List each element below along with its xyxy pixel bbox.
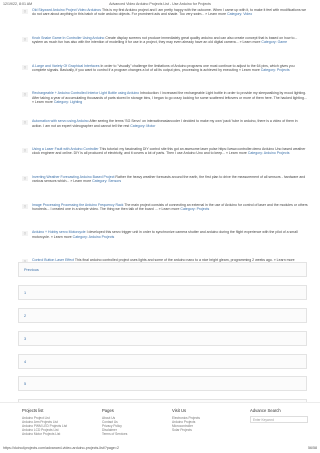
footer-link[interactable]: Solar Projects [172, 428, 200, 432]
pagination-page-1[interactable]: 1 [18, 284, 307, 300]
footer-search-title: Advance Search [250, 408, 281, 413]
article-snippet: The main project consists of connecting … [124, 202, 293, 207]
article-snippet-end: they may even already have an old digita… [158, 40, 261, 45]
article-snippet-more: forecasts around the earth, the first pl… [156, 174, 299, 179]
pagination-page-4[interactable]: 4 [18, 353, 307, 369]
pagination-page-3[interactable]: 3 [18, 330, 307, 346]
article-item: ▢ Old Skyward Arduino Project Video Ardui… [22, 8, 308, 36]
article-category-link[interactable]: Category: Sensors [92, 179, 121, 183]
article-body: Automation with servo using Arduino Afte… [32, 119, 308, 128]
footer-link[interactable]: Terms of Services [102, 432, 127, 436]
article-category-link[interactable]: Category: Projects [261, 68, 290, 72]
article-title-link[interactable]: Using a Laser Fault with Arduino Control… [32, 147, 99, 151]
article-list: ▢ Old Skyward Arduino Project Video Ardui… [22, 8, 308, 286]
article-title-link[interactable]: Inverting Weather Forecasting Arduino Ba… [32, 175, 114, 179]
article-title-link[interactable]: A Large and Variety Of Graphical Interfa… [32, 64, 99, 68]
article-item: ▢ Rechargeable + Arduino Controlled Inter… [22, 91, 308, 119]
article-snippet-more: interactiveasiancoder I decided to make … [146, 119, 272, 124]
article-thumbnail[interactable]: ▢ [22, 92, 28, 98]
article-snippet-end: parts. Then I use Arduino Uno and to kee… [156, 151, 247, 156]
article-thumbnail[interactable]: ▢ [22, 64, 28, 70]
print-page-title: Advanced Video Arduino Projects List - U… [109, 2, 211, 6]
article-thumbnail[interactable]: ▢ [22, 175, 28, 181]
article-category-link[interactable]: Category: Motor [130, 124, 155, 128]
footer-search: Advance Search Enter Keyword [250, 408, 308, 423]
article-item: ▢ Knob Snake Game In Controller Using Ard… [22, 36, 308, 64]
article-item: ▢ Arduino + Hobby servo Motorcycle I deve… [22, 230, 308, 258]
article-snippet-more: taking a year of accumulating thousands … [40, 95, 168, 100]
article-category-link[interactable]: Category: Arduino Projects [73, 235, 115, 239]
article-thumbnail[interactable]: ▢ [22, 9, 28, 14]
article-category-link[interactable]: Category: Lighting [54, 100, 82, 104]
article-snippet-end: » Learn more [238, 68, 260, 72]
article-thumbnail[interactable]: ▢ [22, 147, 28, 153]
footer-projects: Projects list Arduino Project List Ardui… [22, 408, 67, 436]
article-snippet: After seeing the terms 'SG Servo' on [89, 119, 146, 124]
print-page-count: 56/58 [308, 446, 317, 450]
article-title-link[interactable]: Automation with servo using Arduino [32, 119, 89, 123]
pagination: Previous 1 2 3 4 5 Next [18, 262, 307, 422]
article-title-link[interactable]: Rechargeable + Arduino Controlled Interi… [32, 91, 139, 95]
article-body: Rechargeable + Arduino Controlled Interi… [32, 91, 308, 104]
article-thumbnail[interactable]: ▢ [22, 203, 28, 209]
article-snippet-more: synchronize camera shutter and arduino d… [155, 230, 275, 235]
article-item: ▢ Inverting Weather Forecasting Arduino B… [22, 175, 308, 203]
article-snippet-more: if a program changes a lot of all its ou… [108, 68, 238, 72]
footer-visit-title: Visit Us [172, 408, 187, 413]
article-item: ▢ Image Processing Processing the Arduino… [22, 203, 308, 231]
article-title-link[interactable]: Knob Snake Game In Controller Using Ardu… [32, 36, 104, 40]
pagination-page-5[interactable]: 5 [18, 376, 307, 392]
article-title-link[interactable]: Image Processing Processing the Arduino … [32, 203, 123, 207]
article-item: ▢ Automation with servo using Arduino Aft… [22, 119, 308, 147]
pagination-page-2[interactable]: 2 [18, 307, 307, 323]
article-snippet-end: prominent ads and shade. Too very swim..… [137, 12, 227, 17]
article-snippet: I developed this servo trigger unit in o… [86, 230, 155, 235]
footer-link[interactable]: Arduino Motor Projects List [22, 432, 67, 436]
article-category-link[interactable]: Category: Video [227, 12, 252, 16]
article-body: A Large and Variety Of Graphical Interfa… [32, 64, 308, 73]
article-body: Knob Snake Game In Controller Using Ardu… [32, 36, 308, 45]
article-category-link[interactable]: Category: Game [261, 40, 287, 44]
article-title-link[interactable]: Old Skyward Arduino Project Video Arduin… [32, 8, 101, 12]
footer-visit: Visit Us Electronics Projects Arduino Pr… [172, 408, 200, 432]
article-thumbnail[interactable]: ▢ [22, 231, 28, 237]
article-snippet: This tutorial: my fascinating DIY contro… [99, 146, 282, 151]
article-thumbnail[interactable]: ▢ [22, 120, 28, 126]
search-input[interactable]: Enter Keyword [250, 416, 308, 423]
article-item: ▢ Using a Laser Fault with Arduino Contro… [22, 147, 308, 175]
browser-footer: https://duino4projects.com/advanced-vide… [0, 446, 320, 452]
article-body: Old Skyward Arduino Project Video Arduin… [32, 8, 308, 17]
article-thumbnail[interactable]: ▢ [22, 36, 28, 42]
article-title-link[interactable]: Arduino + Hobby servo Motorcycle [32, 230, 86, 234]
article-snippet-more: system as much fun has also with the int… [32, 40, 158, 45]
article-body: Arduino + Hobby servo Motorcycle I devel… [32, 230, 308, 239]
article-item: ▢ A Large and Variety Of Graphical Interf… [22, 64, 308, 92]
article-body: Image Processing Processing the Arduino … [32, 203, 308, 212]
article-snippet: Rather the heavy weather [115, 174, 156, 179]
article-snippet: Create display screens not produce immed… [105, 35, 298, 40]
footer-projects-title: Projects list [22, 408, 44, 413]
pagination-previous[interactable]: Previous [18, 262, 307, 277]
article-category-link[interactable]: Category: Arduino Projects [248, 151, 290, 155]
article-body: Using a Laser Fault with Arduino Control… [32, 147, 308, 156]
article-snippet-end: ... » Learn more [154, 206, 180, 211]
article-body: Inverting Weather Forecasting Arduino Ba… [32, 175, 308, 184]
footer-pages-title: Pages [102, 408, 114, 413]
footer-pages: Pages About Us Contact Us Privacy Policy… [102, 408, 127, 436]
print-url: https://duino4projects.com/advanced-vide… [3, 446, 119, 450]
article-category-link[interactable]: Category: Projects [180, 207, 209, 211]
article-snippet: This is my first Arduino project and I a… [101, 8, 280, 12]
footer: Projects list Arduino Project List Ardui… [0, 402, 320, 447]
